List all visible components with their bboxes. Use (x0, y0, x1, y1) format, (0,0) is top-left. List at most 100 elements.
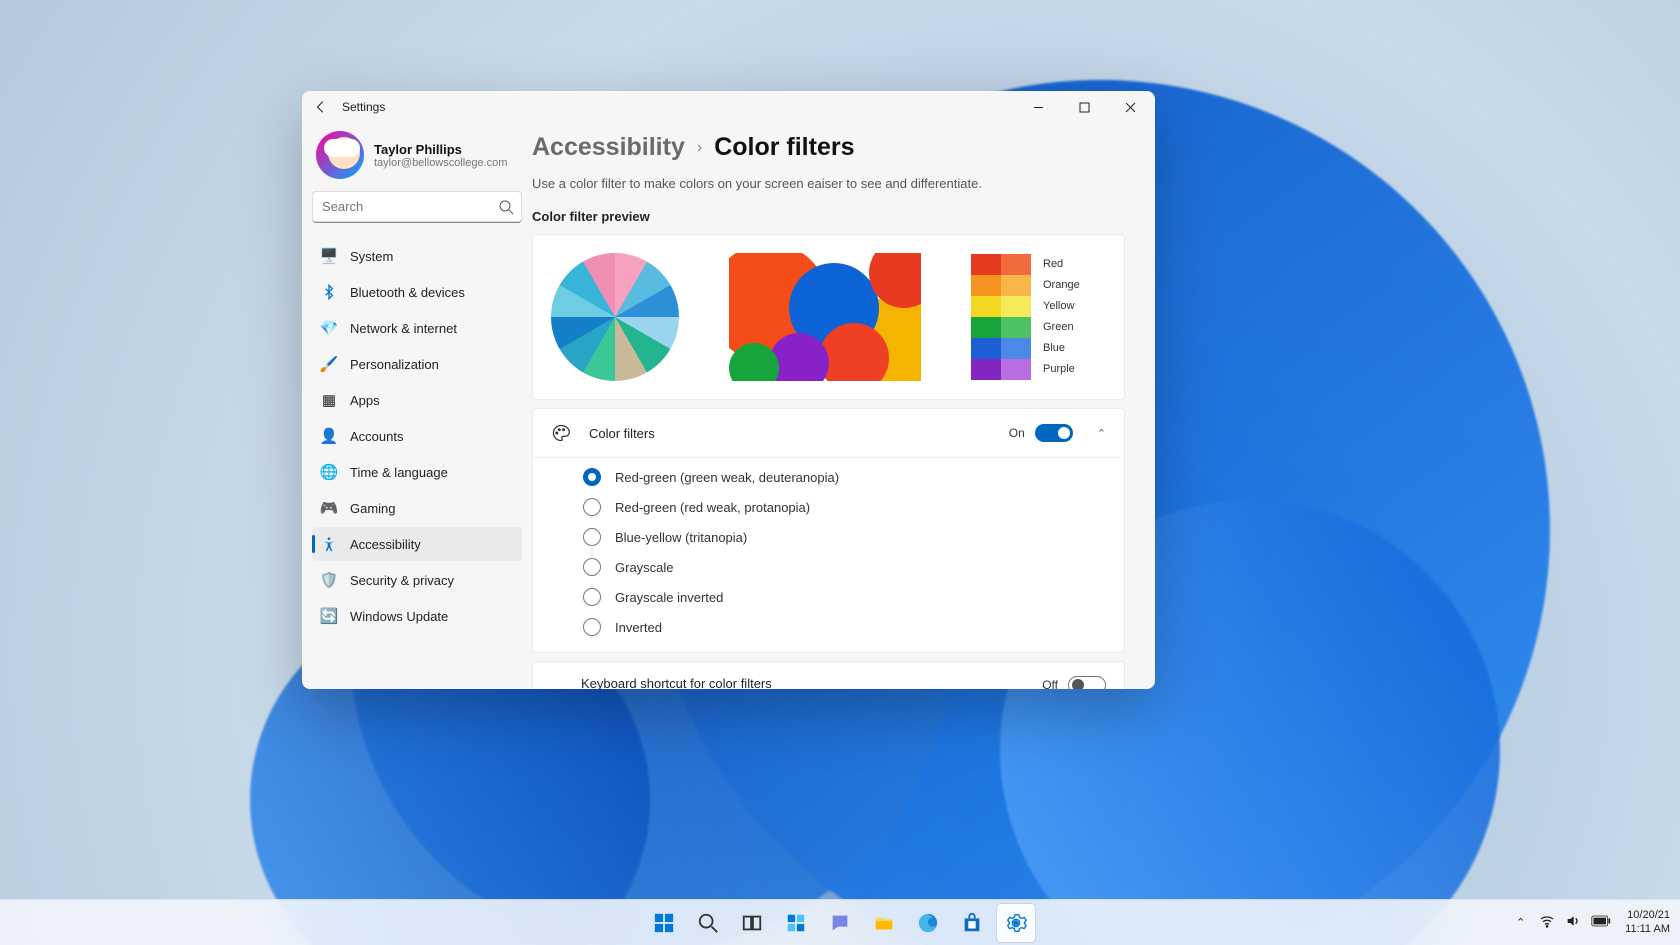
filter-option[interactable]: Red-green (red weak, protanopia) (583, 498, 1106, 516)
clock-date: 10/20/21 (1625, 909, 1670, 922)
sidebar-item-security-privacy[interactable]: 🛡️ Security & privacy (312, 563, 522, 597)
radio-icon (583, 558, 601, 576)
taskbar-start[interactable] (645, 904, 683, 942)
taskbar-taskview[interactable] (733, 904, 771, 942)
volume-icon[interactable] (1565, 913, 1581, 932)
breadcrumb-parent[interactable]: Accessibility (532, 133, 685, 162)
filter-option-label: Blue-yellow (tritanopia) (615, 530, 747, 545)
tray-overflow-icon[interactable]: ⌃ (1516, 916, 1525, 929)
nav-list: 🖥️ System Bluetooth & devices 💎 Network & in… (312, 239, 522, 633)
minimize-button[interactable] (1015, 91, 1061, 123)
search-input[interactable] (312, 191, 522, 223)
sidebar-item-label: Network & internet (350, 321, 457, 336)
shortcut-row[interactable]: Keyboard shortcut for color filters Pres… (533, 662, 1124, 689)
filter-option[interactable]: Inverted (583, 618, 1106, 636)
titlebar: Settings (302, 91, 1155, 123)
filter-option-label: Grayscale inverted (615, 590, 723, 605)
chevron-up-icon[interactable]: ⌃ (1097, 427, 1106, 440)
color-swatch (1001, 275, 1031, 296)
palette-label: Green (1043, 319, 1080, 336)
acc-icon (320, 535, 338, 553)
sidebar-item-accessibility[interactable]: Accessibility (312, 527, 522, 561)
page-title: Color filters (714, 133, 854, 162)
color-swatch (1001, 317, 1031, 338)
security-icon: 🛡️ (320, 571, 338, 589)
palette-label: Blue (1043, 340, 1080, 357)
accounts-icon: 👤 (320, 427, 338, 445)
close-button[interactable] (1107, 91, 1153, 123)
taskbar-store[interactable] (953, 904, 991, 942)
sidebar-item-time-language[interactable]: 🌐Time & language (312, 455, 522, 489)
sidebar-item-gaming[interactable]: 🎮 Gaming (312, 491, 522, 525)
breadcrumb: Accessibility › Color filters (532, 133, 1125, 162)
color-filters-card: Color filters On ⌃ Red-green (green weak… (532, 408, 1125, 653)
filter-option-label: Inverted (615, 620, 662, 635)
battery-icon[interactable] (1591, 915, 1611, 930)
radio-icon (583, 468, 601, 486)
back-button[interactable] (312, 98, 330, 116)
shortcut-card: Keyboard shortcut for color filters Pres… (532, 661, 1125, 689)
clock[interactable]: 10/20/21 11:11 AM (1625, 909, 1670, 935)
shortcut-label: Keyboard shortcut for color filters (581, 676, 1024, 689)
preview-palette: RedOrangeYellowGreenBluePurple (971, 254, 1080, 380)
sidebar-item-system[interactable]: 🖥️ System (312, 239, 522, 273)
shortcut-toggle[interactable] (1068, 676, 1106, 689)
filter-option-label: Red-green (green weak, deuteranopia) (615, 470, 839, 485)
gaming-icon: 🎮 (320, 499, 338, 517)
filter-option[interactable]: Blue-yellow (tritanopia) (583, 528, 1106, 546)
color-filters-state: On (1009, 426, 1025, 440)
taskbar-edge[interactable] (909, 904, 947, 942)
profile-email: taylor@bellowscollege.com (374, 157, 507, 169)
system-icon: 🖥️ (320, 247, 338, 265)
palette-label: Red (1043, 256, 1080, 273)
sidebar-item-network-internet[interactable]: 💎 Network & internet (312, 311, 522, 345)
filter-option[interactable]: Red-green (green weak, deuteranopia) (583, 468, 1106, 486)
taskbar-explorer[interactable] (865, 904, 903, 942)
color-swatch (971, 254, 1001, 275)
filter-option[interactable]: Grayscale (583, 558, 1106, 576)
radio-icon (583, 498, 601, 516)
sidebar-item-label: System (350, 249, 393, 264)
color-filters-row[interactable]: Color filters On ⌃ (533, 409, 1124, 457)
taskbar: ⌃ 10/20/21 11:11 AM (0, 899, 1680, 945)
radio-icon (583, 588, 601, 606)
color-swatch (1001, 359, 1031, 380)
palette-label: Yellow (1043, 298, 1080, 315)
sidebar-item-label: Bluetooth & devices (350, 285, 465, 300)
palette-icon (551, 423, 571, 443)
clock-time: 11:11 AM (1625, 923, 1670, 936)
window-title: Settings (342, 100, 385, 114)
sidebar-item-label: Security & privacy (350, 573, 454, 588)
avatar (316, 131, 364, 179)
taskbar-widgets[interactable] (777, 904, 815, 942)
search-icon (498, 199, 514, 215)
sidebar-item-label: Accessibility (350, 537, 421, 552)
preview-label: Color filter preview (532, 209, 1125, 224)
shortcut-state: Off (1042, 678, 1058, 689)
color-swatch (1001, 296, 1031, 317)
maximize-button[interactable] (1061, 91, 1107, 123)
search-box[interactable] (312, 191, 522, 223)
sidebar-item-label: Gaming (350, 501, 396, 516)
sidebar-item-apps[interactable]: ▦Apps (312, 383, 522, 417)
color-filters-toggle[interactable] (1035, 424, 1073, 442)
sidebar-item-label: Accounts (350, 429, 403, 444)
palette-label: Purple (1043, 361, 1080, 378)
network-icon: 💎 (320, 319, 338, 337)
sidebar-item-accounts[interactable]: 👤 Accounts (312, 419, 522, 453)
color-swatch (1001, 338, 1031, 359)
filter-option[interactable]: Grayscale inverted (583, 588, 1106, 606)
wifi-icon[interactable] (1539, 913, 1555, 932)
profile[interactable]: Taylor Phillips taylor@bellowscollege.co… (312, 123, 522, 185)
color-filters-label: Color filters (589, 426, 991, 441)
sidebar-item-bluetooth-devices[interactable]: Bluetooth & devices (312, 275, 522, 309)
sidebar-item-personalization[interactable]: 🖌️Personalization (312, 347, 522, 381)
taskbar-search[interactable] (689, 904, 727, 942)
bt-icon (320, 283, 338, 301)
profile-name: Taylor Phillips (374, 142, 507, 157)
color-swatch (971, 359, 1001, 380)
taskbar-chat[interactable] (821, 904, 859, 942)
preview-photo (729, 253, 921, 381)
taskbar-settings[interactable] (997, 904, 1035, 942)
sidebar-item-windows-update[interactable]: 🔄Windows Update (312, 599, 522, 633)
